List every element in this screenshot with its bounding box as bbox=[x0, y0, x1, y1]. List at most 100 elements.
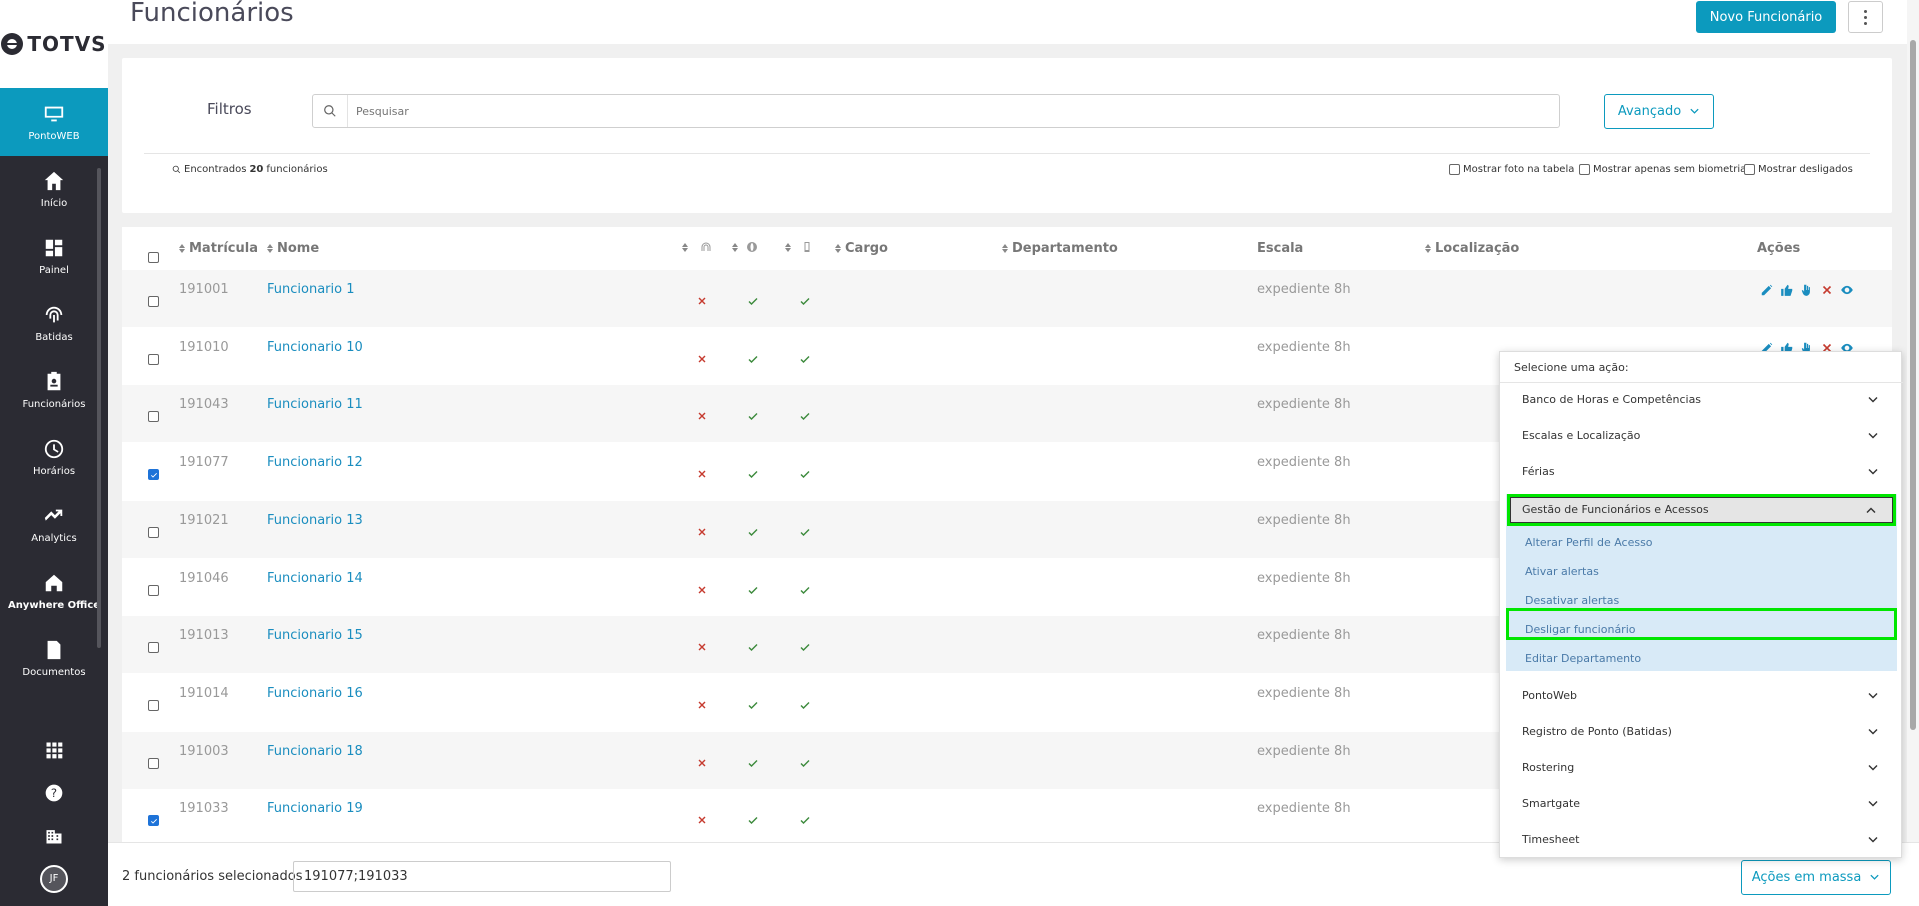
row-checkbox[interactable] bbox=[148, 353, 159, 365]
cell-nome-link[interactable]: Funcionario 15 bbox=[267, 628, 363, 643]
cell-nome-link[interactable]: Funcionario 10 bbox=[267, 340, 363, 355]
divider bbox=[144, 153, 1870, 154]
search-box[interactable] bbox=[312, 94, 1560, 128]
row-checkbox[interactable] bbox=[148, 757, 159, 769]
sidebar-item-pontoweb[interactable]: PontoWEB bbox=[0, 88, 108, 156]
sidebar-item-label: Início bbox=[40, 198, 68, 209]
menu-group[interactable]: PontoWeb bbox=[1500, 679, 1903, 715]
new-employee-button[interactable]: Novo Funcionário bbox=[1696, 1, 1836, 33]
show-dismissed-checkbox[interactable] bbox=[1744, 164, 1755, 175]
biometry-missing-icon bbox=[696, 523, 708, 536]
column-header-biometry[interactable] bbox=[682, 241, 712, 253]
menu-action-item[interactable]: Editar Departamento bbox=[1525, 652, 1641, 665]
mass-actions-label: Ações em massa bbox=[1751, 870, 1862, 885]
show-dismissed-option[interactable]: Mostrar desligados bbox=[1744, 164, 1853, 175]
menu-group[interactable]: Férias bbox=[1500, 455, 1903, 491]
menu-group-gestao-funcionarios[interactable]: Gestão de Funcionários e Acessos bbox=[1507, 494, 1896, 526]
sidebar-item-inicio[interactable]: Início bbox=[0, 156, 108, 223]
totvs-logo[interactable]: TOTVS bbox=[0, 0, 108, 88]
edit-icon[interactable] bbox=[1760, 282, 1774, 301]
chevron-down-icon bbox=[1868, 801, 1878, 807]
column-header-web[interactable] bbox=[732, 241, 758, 253]
sidebar-item-documentos[interactable]: Documentos bbox=[0, 625, 108, 692]
advanced-filter-label: Avançado bbox=[1617, 104, 1682, 119]
cell-escala: expediente 8h bbox=[1257, 455, 1351, 471]
chevron-down-icon bbox=[1868, 433, 1878, 439]
delete-icon[interactable] bbox=[1820, 282, 1834, 301]
cell-nome-link[interactable]: Funcionario 13 bbox=[267, 513, 363, 528]
row-checkbox[interactable] bbox=[148, 296, 159, 307]
sidebar-item-analytics[interactable]: Analytics bbox=[0, 491, 108, 558]
more-options-button[interactable] bbox=[1848, 1, 1883, 33]
apps-button[interactable] bbox=[0, 728, 108, 771]
menu-group[interactable]: Timesheet bbox=[1500, 823, 1903, 859]
cell-nome-link[interactable]: Funcionario 16 bbox=[267, 686, 363, 701]
cell-nome-link[interactable]: Funcionario 12 bbox=[267, 455, 363, 470]
show-photo-checkbox[interactable] bbox=[1449, 164, 1460, 175]
column-header-nome[interactable]: Nome bbox=[267, 241, 319, 256]
page-scrollbar-thumb[interactable] bbox=[1910, 40, 1916, 730]
column-label: Nome bbox=[277, 241, 320, 256]
row-checkbox[interactable] bbox=[148, 469, 159, 481]
no-biometry-checkbox[interactable] bbox=[1579, 164, 1590, 175]
sidebar-item-horarios[interactable]: Horários bbox=[0, 424, 108, 491]
results-count: Encontrados 20 funcionários bbox=[172, 164, 328, 175]
cell-nome-link[interactable]: Funcionario 19 bbox=[267, 801, 363, 816]
sidebar-item-painel[interactable]: Painel bbox=[0, 223, 108, 290]
web-ok-icon bbox=[747, 811, 759, 825]
row-checkbox[interactable] bbox=[148, 584, 159, 596]
user-button[interactable]: JF bbox=[0, 857, 108, 900]
hand-icon[interactable] bbox=[1800, 282, 1814, 301]
menu-action-item[interactable]: Ativar alertas bbox=[1525, 565, 1599, 578]
row-checkbox[interactable] bbox=[148, 699, 159, 711]
cell-nome-link[interactable]: Funcionario 14 bbox=[267, 571, 363, 586]
row-checkbox[interactable] bbox=[148, 411, 159, 423]
row-checkbox[interactable] bbox=[148, 642, 159, 654]
company-button[interactable] bbox=[0, 814, 108, 857]
select-all-checkbox[interactable] bbox=[148, 252, 159, 263]
grid-icon bbox=[46, 742, 63, 758]
option-label: Mostrar desligados bbox=[1758, 164, 1853, 175]
table-row[interactable]: 191001 Funcionario 1 expediente 8h bbox=[122, 270, 1892, 327]
cell-nome-link[interactable]: Funcionario 18 bbox=[267, 744, 363, 759]
column-header-cargo[interactable]: Cargo bbox=[835, 241, 888, 256]
column-header-localizacao[interactable]: Localização bbox=[1425, 241, 1519, 256]
search-icon bbox=[172, 165, 181, 174]
option-label: Mostrar foto na tabela bbox=[1463, 164, 1575, 175]
cell-escala: expediente 8h bbox=[1257, 339, 1351, 355]
menu-group[interactable]: Smartgate bbox=[1500, 787, 1903, 823]
menu-action-item[interactable]: Alterar Perfil de Acesso bbox=[1525, 536, 1653, 549]
row-checkbox[interactable] bbox=[148, 526, 159, 538]
cell-matricula: 191014 bbox=[179, 685, 229, 701]
biometry-missing-icon bbox=[696, 811, 708, 824]
cell-nome-link[interactable]: Funcionario 1 bbox=[267, 282, 354, 297]
search-input[interactable] bbox=[356, 104, 1559, 118]
advanced-filter-button[interactable]: Avançado bbox=[1604, 94, 1714, 129]
view-icon[interactable] bbox=[1840, 282, 1854, 301]
sidebar-scrollbar[interactable] bbox=[97, 168, 101, 648]
no-biometry-option[interactable]: Mostrar apenas sem biometria bbox=[1579, 164, 1746, 175]
chevron-down-icon bbox=[1870, 874, 1879, 880]
mass-actions-menu: Selecione uma ação: Banco de Horas e Com… bbox=[1499, 351, 1903, 859]
menu-group[interactable]: Rostering bbox=[1500, 751, 1903, 787]
cell-nome-link[interactable]: Funcionario 11 bbox=[267, 397, 363, 412]
show-photo-option[interactable]: Mostrar foto na tabela bbox=[1449, 164, 1574, 175]
menu-group-label: Timesheet bbox=[1522, 833, 1580, 846]
row-checkbox[interactable] bbox=[148, 815, 159, 827]
sidebar-item-anywhere-office[interactable]: Anywhere Office bbox=[0, 558, 108, 625]
chevron-down-icon bbox=[1868, 693, 1878, 699]
column-header-departamento[interactable]: Departamento bbox=[1002, 241, 1118, 256]
thumbs-up-icon[interactable] bbox=[1780, 282, 1794, 301]
menu-group[interactable]: Escalas e Localização bbox=[1500, 419, 1903, 455]
menu-group[interactable]: Banco de Horas e Competências bbox=[1500, 383, 1903, 419]
column-header-matricula[interactable]: Matrícula bbox=[179, 241, 258, 256]
sidebar-item-batidas[interactable]: Batidas bbox=[0, 290, 108, 357]
menu-group[interactable]: Registro de Ponto (Batidas) bbox=[1500, 715, 1903, 751]
mass-actions-button[interactable]: Ações em massa bbox=[1741, 860, 1891, 895]
menu-action-item[interactable]: Desativar alertas bbox=[1525, 594, 1619, 607]
sidebar-item-funcionarios[interactable]: Funcionários bbox=[0, 357, 108, 424]
selected-ids-field[interactable]: 191077;191033 bbox=[293, 861, 671, 892]
menu-group-label: PontoWeb bbox=[1522, 689, 1577, 702]
column-header-mobile[interactable] bbox=[785, 241, 813, 253]
help-button[interactable]: ? bbox=[0, 771, 108, 814]
